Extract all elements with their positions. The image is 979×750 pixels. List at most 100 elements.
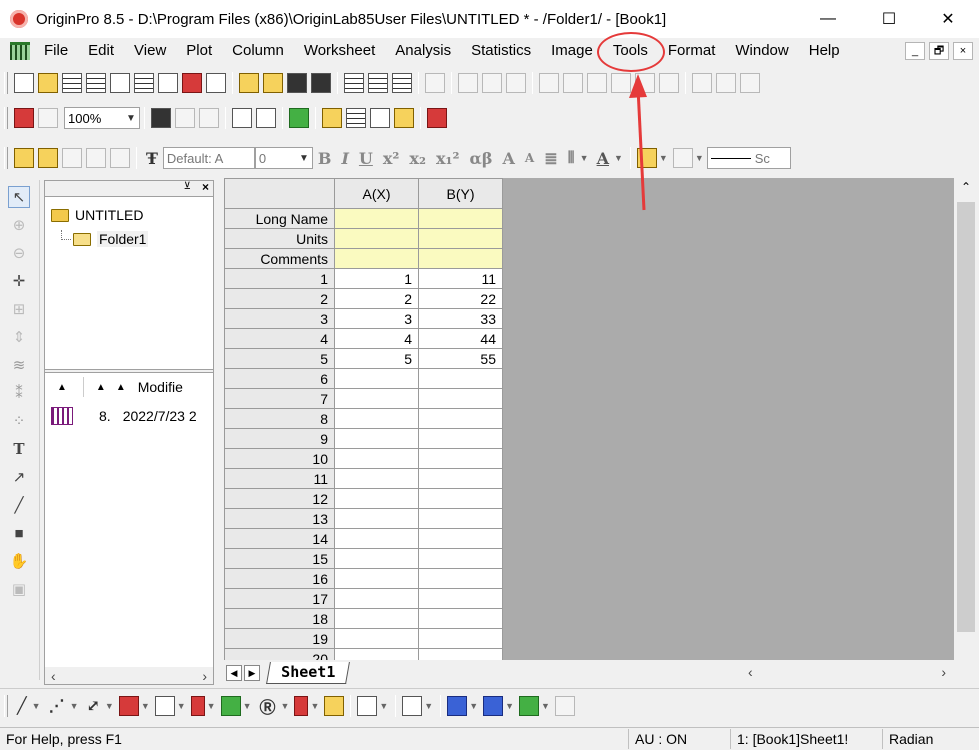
row-number[interactable]: 10 (224, 448, 335, 469)
cell-a[interactable] (334, 448, 419, 469)
line-color-icon[interactable] (672, 148, 693, 168)
label-row-units[interactable]: Units (224, 228, 335, 249)
line-style-combo[interactable]: Sc (706, 147, 791, 169)
cell-a[interactable] (334, 408, 419, 429)
column-plot-icon[interactable] (118, 695, 139, 716)
axis-icon-6[interactable] (659, 73, 679, 93)
new-project-icon[interactable] (14, 73, 34, 93)
new-layout-icon[interactable] (182, 73, 202, 93)
area-plot-icon[interactable] (220, 695, 241, 716)
table-row[interactable]: 8 (224, 408, 503, 429)
cell-b[interactable]: 55 (418, 348, 503, 369)
zoom-combo[interactable]: 100% ▼ (64, 107, 140, 129)
cell-b[interactable] (418, 368, 503, 389)
clock-icon[interactable] (740, 73, 760, 93)
label-cell[interactable] (334, 228, 419, 249)
cell-a[interactable]: 1 (334, 268, 419, 289)
cell-b[interactable] (418, 548, 503, 569)
menu-statistics[interactable]: Statistics (461, 39, 541, 63)
cell-a[interactable] (334, 528, 419, 549)
cell-b[interactable]: 44 (418, 328, 503, 349)
statistics-plot-icon[interactable] (190, 695, 205, 716)
arrange-icon-1[interactable] (692, 73, 712, 93)
zoom-out-icon[interactable]: ⊖ (8, 242, 30, 264)
zoom-in-icon[interactable]: ⊕ (8, 214, 30, 236)
contour-icon[interactable] (519, 695, 540, 716)
row-number[interactable]: 8 (224, 408, 335, 429)
layer-icon-2[interactable] (482, 73, 502, 93)
new-workbook-icon[interactable] (62, 73, 82, 93)
pin-gray-icon[interactable] (86, 148, 106, 168)
polar-plot-icon[interactable]: Ⓡ (260, 694, 276, 718)
arrange-icon-2[interactable] (716, 73, 736, 93)
cell-a[interactable] (334, 628, 419, 649)
code-builder-icon[interactable] (394, 108, 414, 128)
template-library-icon[interactable] (324, 695, 345, 716)
cell-b[interactable]: 33 (418, 308, 503, 329)
table-row[interactable]: 16 (224, 568, 503, 589)
menu-plot[interactable]: Plot (176, 39, 222, 63)
menu-view[interactable]: View (124, 39, 176, 63)
worksheet-vscrollbar[interactable]: ⌃ (954, 178, 979, 660)
align-icon[interactable]: ≣ (544, 149, 557, 168)
split-icon[interactable] (256, 108, 276, 128)
italic-button[interactable]: I (341, 149, 348, 168)
label-cell[interactable] (334, 208, 419, 229)
cell-b[interactable] (418, 488, 503, 509)
chevron-up-icon[interactable]: ⌃ (961, 180, 971, 194)
row-number[interactable]: 3 (224, 308, 335, 329)
cell-b[interactable] (418, 508, 503, 529)
menu-format[interactable]: Format (658, 39, 726, 63)
bars-icon[interactable]: ⦀ (568, 148, 575, 168)
table-row[interactable]: 14 (224, 528, 503, 549)
row-number[interactable]: 1 (224, 268, 335, 289)
menu-help[interactable]: Help (799, 39, 850, 63)
cell-b[interactable] (418, 428, 503, 449)
axis-icon-2[interactable] (563, 73, 583, 93)
explorer-hscrollbar[interactable]: ‹ › (45, 667, 213, 684)
menu-analysis[interactable]: Analysis (385, 39, 461, 63)
row-number[interactable]: 6 (224, 368, 335, 389)
list-item[interactable]: 8. 2022/7/23 2 (45, 405, 213, 427)
sort-icon[interactable]: ▲ (96, 382, 106, 393)
arrow-tool-icon[interactable]: ↗ (8, 466, 30, 488)
column-header-a[interactable]: A(X) (334, 178, 419, 209)
toolbar-grip[interactable] (4, 147, 8, 169)
increase-font-button[interactable]: A (502, 149, 514, 168)
pointer-icon[interactable]: ↖ (8, 186, 30, 208)
layer-icon-1[interactable] (458, 73, 478, 93)
table-row[interactable]: 18 (224, 608, 503, 629)
toolbar-grip[interactable] (4, 107, 8, 129)
data-reader-icon[interactable]: ⊞ (8, 298, 30, 320)
row-number[interactable]: 9 (224, 428, 335, 449)
mask-icon[interactable]: ⁘ (8, 410, 30, 432)
save-window-icon[interactable] (311, 73, 331, 93)
new-notes-icon[interactable] (206, 73, 226, 93)
print-icon[interactable] (151, 108, 171, 128)
command-window-icon[interactable] (370, 108, 390, 128)
worksheet-hscrollbar[interactable]: ‹ › (742, 662, 952, 682)
underline-button[interactable]: U (359, 149, 373, 168)
regional-selector-icon[interactable]: ⁑ (8, 382, 30, 404)
cell-a[interactable] (334, 608, 419, 629)
line-symbol-icon[interactable]: ⤢ (86, 696, 99, 715)
tree-root[interactable]: UNTITLED (45, 203, 213, 227)
chevron-left-icon[interactable]: ‹ (51, 668, 56, 684)
stock-plot-icon[interactable] (294, 695, 309, 716)
table-row[interactable]: 3 3 33 (224, 308, 503, 329)
minimize-button[interactable]: — (797, 0, 859, 38)
tab-sheet1[interactable]: Sheet1 (266, 662, 351, 684)
cell-b[interactable] (418, 388, 503, 409)
rectangle-tool-icon[interactable]: ■ (8, 522, 30, 544)
line-tool-icon[interactable]: ╱ (8, 494, 30, 516)
worksheet-window-icon[interactable] (10, 42, 30, 60)
chevron-left-icon[interactable]: ‹ (748, 664, 753, 680)
table-row[interactable]: 11 (224, 468, 503, 489)
menu-worksheet[interactable]: Worksheet (294, 39, 385, 63)
hand-tool-icon[interactable]: ✋ (8, 550, 30, 572)
row-number[interactable]: 20 (224, 648, 335, 660)
explorer-splitter[interactable] (45, 369, 213, 373)
row-number[interactable]: 15 (224, 548, 335, 569)
cell-b[interactable] (418, 568, 503, 589)
export-page-icon[interactable] (199, 108, 219, 128)
